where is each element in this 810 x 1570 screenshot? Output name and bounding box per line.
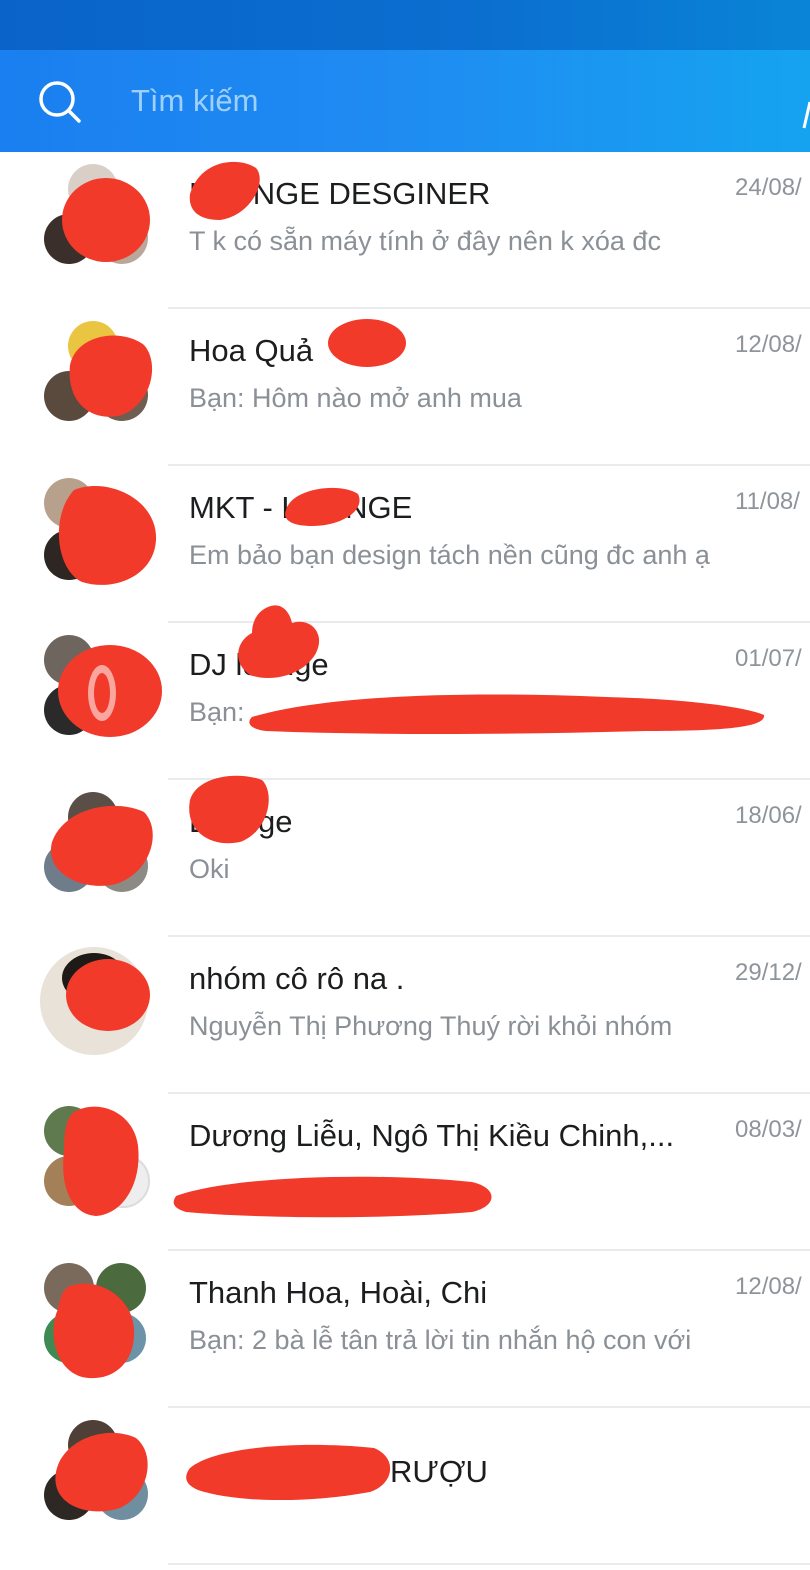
redaction-scribble: [69, 335, 153, 417]
conversation-row[interactable]: RƯỢU: [0, 1408, 810, 1565]
redaction-scribble: [58, 485, 157, 585]
redaction-scribble: [173, 1176, 492, 1218]
redaction-scribble: [238, 605, 320, 679]
conversation-title: RƯỢU: [390, 1454, 488, 1489]
conversation-preview: Oki: [189, 854, 230, 884]
conversation-preview: Bạn: 2 bà lễ tân trả lời tin nhắn hộ con…: [189, 1325, 692, 1355]
redaction-scribble: [249, 694, 765, 734]
conversation-date: 08/03/: [735, 1116, 802, 1143]
status-bar: [0, 0, 810, 50]
redaction-scribble: [189, 775, 269, 844]
conversation-list: LOUNGE DESGINER T k có sẵn máy tính ở đâ…: [0, 152, 810, 1570]
conversation-preview: Bạn:: [189, 697, 245, 727]
conversation-date: 01/07/: [735, 645, 802, 672]
redaction-scribble: [53, 1283, 135, 1379]
redaction-scribble: [66, 959, 150, 1031]
redaction-scribble: [63, 1106, 139, 1216]
conversation-row[interactable]: Hoa Quả Bạn: Hôm nào mở anh mua 12/08/: [0, 309, 810, 466]
conversation-row[interactable]: MKT - LOUNGE Em bảo bạn design tách nền …: [0, 466, 810, 623]
conversation-row[interactable]: nhóm cô rô na . Nguyễn Thị Phương Thuý r…: [0, 937, 810, 1094]
redaction-scribble: [62, 178, 150, 262]
search-header[interactable]: Tìm kiếm: [0, 50, 810, 152]
conversation-date: 18/06/: [735, 802, 802, 829]
search-icon[interactable]: [38, 80, 82, 124]
conversation-date: 12/08/: [735, 331, 802, 358]
conversation-row[interactable]: DJ lounge Bạn: 01/07/: [0, 605, 810, 780]
conversation-title: Dương Liễu, Ngô Thị Kiều Chinh,...: [189, 1118, 675, 1153]
redaction-scribble: [55, 1432, 148, 1512]
conversation-date: 24/08/: [735, 174, 802, 201]
conversation-title: nhóm cô rô na .: [189, 961, 405, 996]
add-contact-icon[interactable]: [800, 100, 810, 130]
conversation-preview: T k có sẵn máy tính ở đây nên k xóa đc: [189, 226, 661, 256]
conversation-preview: Bạn: Hôm nào mở anh mua: [189, 383, 522, 413]
row-divider: [168, 1563, 810, 1565]
conversation-row[interactable]: Thanh Hoa, Hoài, Chi Bạn: 2 bà lễ tân tr…: [0, 1251, 810, 1408]
conversation-preview: Nguyễn Thị Phương Thuý rời khỏi nhóm: [189, 1011, 673, 1041]
redaction-scribble: [285, 487, 360, 526]
conversation-title: Thanh Hoa, Hoài, Chi: [189, 1275, 488, 1310]
conversation-date: 29/12/: [735, 959, 802, 986]
redaction-scribble: [58, 645, 162, 737]
conversation-row[interactable]: LOUNGE DESGINER T k có sẵn máy tính ở đâ…: [0, 152, 810, 309]
search-input[interactable]: Tìm kiếm: [131, 83, 258, 119]
redaction-scribble: [328, 319, 406, 367]
conversation-date: 11/08/: [735, 488, 800, 515]
conversation-row[interactable]: Dương Liễu, Ngô Thị Kiều Chinh,... 08/03…: [0, 1094, 810, 1251]
redaction-scribble: [189, 161, 260, 220]
redaction-scribble: [186, 1444, 391, 1501]
conversation-date: 12/08/: [735, 1273, 802, 1300]
conversation-title: Hoa Quả: [189, 333, 314, 368]
conversation-row[interactable]: Lounge Oki 18/06/: [0, 775, 810, 937]
redaction-scribble: [50, 805, 153, 886]
conversation-preview: Em bảo bạn design tách nền cũng đc anh ạ: [189, 540, 710, 570]
